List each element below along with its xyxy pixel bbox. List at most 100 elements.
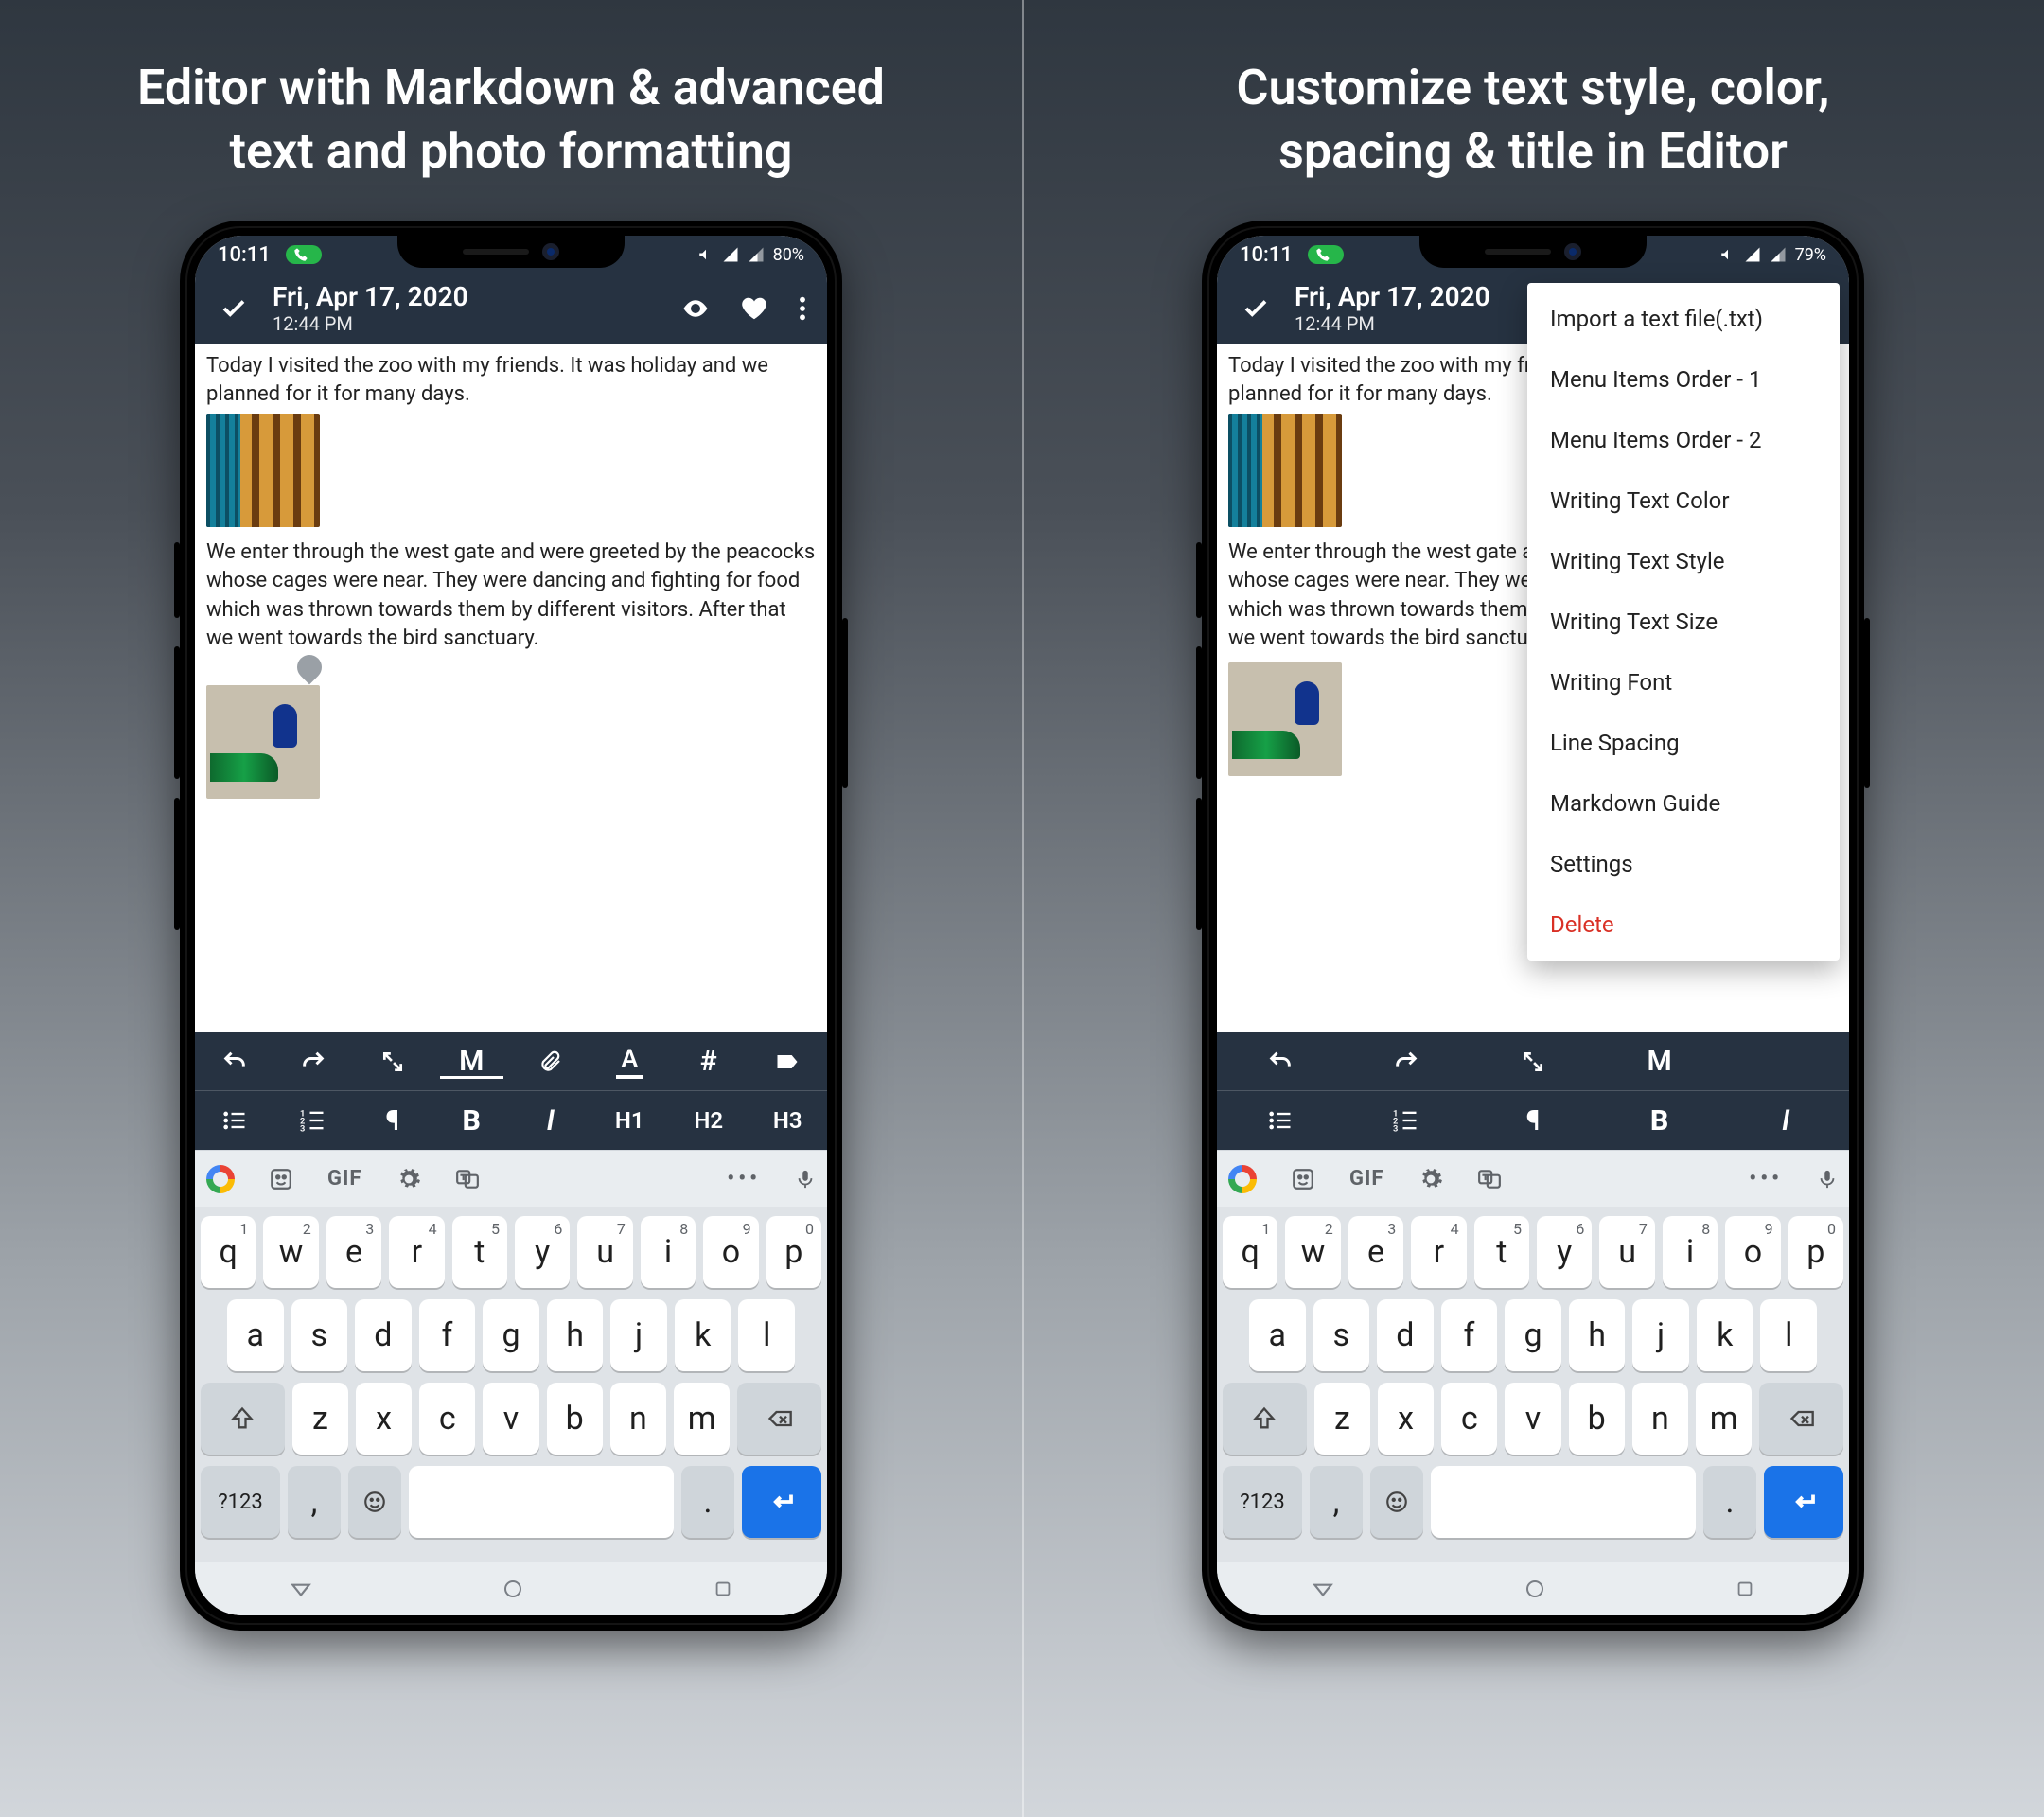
undo-button[interactable] <box>195 1049 274 1075</box>
gif-button[interactable]: GIF <box>1349 1167 1384 1191</box>
mic-icon[interactable] <box>795 1167 816 1191</box>
key-o[interactable]: o9 <box>1725 1216 1780 1288</box>
period-key[interactable]: . <box>681 1466 734 1538</box>
key-x[interactable]: x <box>356 1383 412 1455</box>
bold-button[interactable]: B <box>1596 1104 1723 1138</box>
google-icon[interactable] <box>206 1165 235 1193</box>
menu-item-markdown-guide[interactable]: Markdown Guide <box>1527 773 1840 834</box>
key-d[interactable]: d <box>355 1299 412 1371</box>
more-icon[interactable]: ••• <box>1749 1167 1783 1191</box>
nav-back-icon[interactable] <box>289 1577 313 1601</box>
key-s[interactable]: s <box>291 1299 348 1371</box>
italic-button[interactable]: I <box>511 1104 590 1138</box>
gif-button[interactable]: GIF <box>327 1167 362 1191</box>
fullscreen-button[interactable] <box>1470 1050 1596 1074</box>
key-k[interactable]: k <box>1697 1299 1753 1371</box>
emoji-key[interactable] <box>348 1466 401 1538</box>
attach-button[interactable] <box>511 1049 590 1075</box>
key-y[interactable]: y6 <box>1537 1216 1592 1288</box>
appbar-title-block[interactable]: Fri, Apr 17, 2020 12:44 PM <box>273 281 657 335</box>
key-w[interactable]: w2 <box>1285 1216 1340 1288</box>
nav-home-icon[interactable] <box>502 1578 524 1600</box>
h3-button[interactable]: H3 <box>749 1107 828 1134</box>
sticker-icon[interactable] <box>269 1167 293 1191</box>
image-thumbnail-tiger[interactable] <box>1228 414 1342 527</box>
backspace-key[interactable] <box>737 1383 821 1455</box>
shift-key[interactable] <box>201 1383 285 1455</box>
key-n[interactable]: n <box>1632 1383 1688 1455</box>
nav-recents-icon[interactable] <box>713 1579 733 1599</box>
text-color-button[interactable]: A <box>590 1045 670 1079</box>
key-i[interactable]: i8 <box>641 1216 696 1288</box>
key-b[interactable]: b <box>1569 1383 1625 1455</box>
key-f[interactable]: f <box>1441 1299 1498 1371</box>
visibility-icon[interactable] <box>676 289 715 328</box>
menu-item-writing-text-style[interactable]: Writing Text Style <box>1527 531 1840 591</box>
key-t[interactable]: t5 <box>452 1216 507 1288</box>
settings-icon[interactable] <box>396 1167 421 1191</box>
mic-icon[interactable] <box>1817 1167 1838 1191</box>
google-icon[interactable] <box>1228 1165 1257 1193</box>
tag-button[interactable] <box>749 1049 828 1075</box>
key-k[interactable]: k <box>675 1299 731 1371</box>
menu-item-settings[interactable]: Settings <box>1527 834 1840 894</box>
key-a[interactable]: a <box>1249 1299 1306 1371</box>
redo-button[interactable] <box>274 1049 354 1075</box>
key-b[interactable]: b <box>547 1383 603 1455</box>
text-cursor-handle[interactable] <box>292 650 327 685</box>
italic-button[interactable]: I <box>1722 1104 1849 1138</box>
key-y[interactable]: y6 <box>515 1216 570 1288</box>
key-h[interactable]: h <box>1569 1299 1626 1371</box>
fullscreen-button[interactable] <box>353 1050 432 1074</box>
key-o[interactable]: o9 <box>703 1216 758 1288</box>
key-h[interactable]: h <box>547 1299 604 1371</box>
settings-icon[interactable] <box>1418 1167 1443 1191</box>
enter-key[interactable] <box>1764 1466 1843 1538</box>
bullet-list-button[interactable] <box>195 1107 274 1134</box>
key-m[interactable]: m <box>674 1383 730 1455</box>
backspace-key[interactable] <box>1759 1383 1843 1455</box>
key-u[interactable]: u7 <box>1599 1216 1654 1288</box>
key-v[interactable]: v <box>483 1383 538 1455</box>
menu-item-menu-items-order-2[interactable]: Menu Items Order - 2 <box>1527 410 1840 470</box>
heart-icon[interactable] <box>734 289 774 328</box>
bold-button[interactable]: B <box>432 1104 512 1138</box>
nav-back-icon[interactable] <box>1311 1577 1335 1601</box>
translate-icon[interactable] <box>455 1167 480 1191</box>
space-key[interactable] <box>1431 1466 1696 1538</box>
sticker-icon[interactable] <box>1291 1167 1315 1191</box>
emoji-key[interactable] <box>1370 1466 1423 1538</box>
h2-button[interactable]: H2 <box>669 1107 749 1134</box>
key-r[interactable]: r4 <box>389 1216 444 1288</box>
image-thumbnail-peacock[interactable] <box>1228 662 1342 776</box>
key-q[interactable]: q1 <box>201 1216 256 1288</box>
symbols-key[interactable]: ?123 <box>201 1466 280 1538</box>
key-l[interactable]: l <box>738 1299 795 1371</box>
menu-item-menu-items-order-1[interactable]: Menu Items Order - 1 <box>1527 349 1840 410</box>
number-list-button[interactable]: 123 <box>274 1107 354 1134</box>
key-z[interactable]: z <box>292 1383 348 1455</box>
markdown-button[interactable]: M <box>432 1045 512 1078</box>
number-list-button[interactable]: 123 <box>1344 1107 1471 1134</box>
key-d[interactable]: d <box>1377 1299 1434 1371</box>
overflow-icon[interactable] <box>793 290 812 327</box>
key-f[interactable]: f <box>419 1299 476 1371</box>
key-p[interactable]: p0 <box>766 1216 821 1288</box>
key-p[interactable]: p0 <box>1788 1216 1843 1288</box>
more-icon[interactable]: ••• <box>727 1167 761 1191</box>
key-s[interactable]: s <box>1313 1299 1370 1371</box>
menu-item-writing-font[interactable]: Writing Font <box>1527 652 1840 713</box>
done-icon[interactable] <box>1236 289 1276 328</box>
comma-key[interactable]: , <box>1310 1466 1363 1538</box>
key-g[interactable]: g <box>483 1299 539 1371</box>
key-u[interactable]: u7 <box>577 1216 632 1288</box>
key-c[interactable]: c <box>1441 1383 1497 1455</box>
symbols-key[interactable]: ?123 <box>1223 1466 1302 1538</box>
translate-icon[interactable] <box>1477 1167 1502 1191</box>
shift-key[interactable] <box>1223 1383 1307 1455</box>
key-i[interactable]: i8 <box>1663 1216 1718 1288</box>
key-q[interactable]: q1 <box>1223 1216 1278 1288</box>
key-v[interactable]: v <box>1505 1383 1560 1455</box>
key-w[interactable]: w2 <box>263 1216 318 1288</box>
menu-item-writing-text-size[interactable]: Writing Text Size <box>1527 591 1840 652</box>
